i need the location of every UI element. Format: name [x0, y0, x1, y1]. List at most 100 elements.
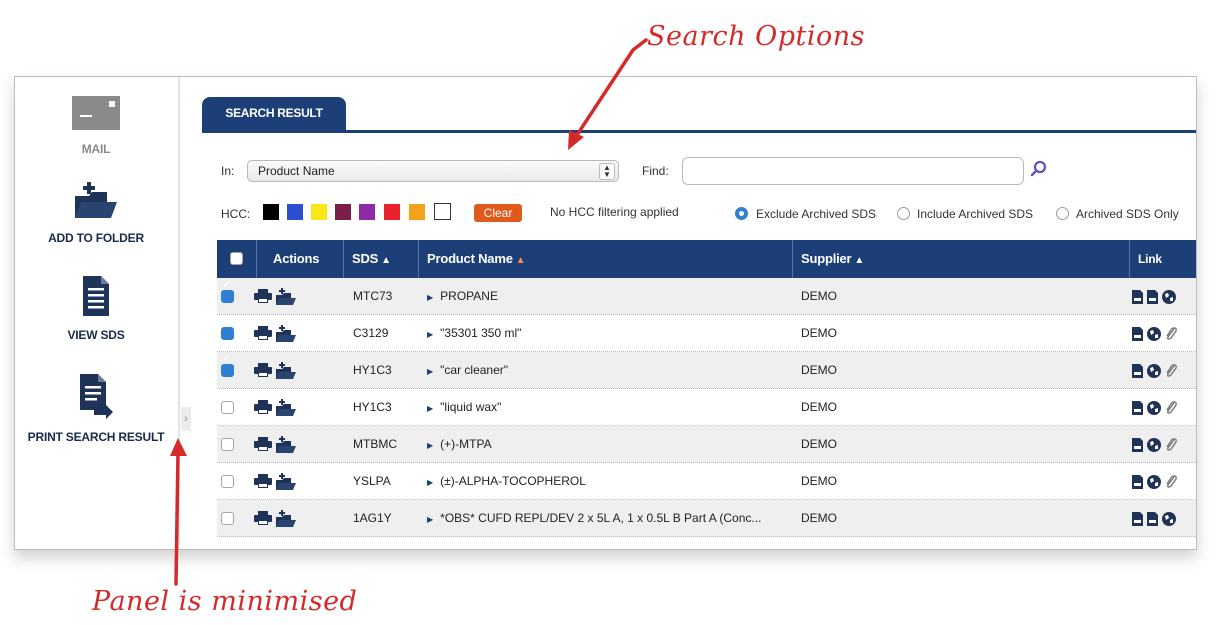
table-row[interactable]: MTBMC ▶ (+)-MTPA DEMO	[217, 426, 1196, 463]
add-folder-icon[interactable]	[275, 325, 297, 348]
globe-icon[interactable]	[1146, 363, 1162, 384]
product-name[interactable]: ▶ "liquid wax"	[427, 389, 789, 426]
panel-minimised-callout: Panel is minimised	[92, 586, 358, 617]
globe-icon[interactable]	[1146, 437, 1162, 458]
hcc-clear-button[interactable]: Clear	[474, 204, 522, 222]
row-checkbox[interactable]	[221, 475, 234, 488]
globe-icon[interactable]	[1146, 400, 1162, 421]
hcc-swatch-red[interactable]	[384, 204, 400, 220]
search-icon[interactable]	[1030, 160, 1048, 183]
supplier-name: DEMO	[801, 511, 837, 525]
sds-code: HY1C3	[353, 363, 392, 377]
product-name[interactable]: ▶ "car cleaner"	[427, 352, 789, 389]
sds-code: MTBMC	[353, 437, 397, 451]
search-field-select[interactable]: Product Name ▲ ▼	[247, 160, 619, 182]
table-row[interactable]: 1AG1Y ▶ *OBS* CUFD REPL/DEV 2 x 5L A, 1 x …	[217, 500, 1196, 537]
row-links	[1131, 326, 1180, 347]
print-icon[interactable]	[253, 325, 273, 346]
print-icon[interactable]	[253, 288, 273, 309]
find-input[interactable]	[682, 157, 1024, 185]
add-folder-icon[interactable]	[275, 399, 297, 422]
attachment-icon[interactable]	[1164, 400, 1178, 421]
globe-icon[interactable]	[1146, 474, 1162, 495]
sds-document-icon[interactable]	[1131, 437, 1144, 458]
radio-exclude-archived[interactable]	[735, 207, 748, 220]
globe-icon[interactable]	[1161, 289, 1177, 310]
expand-triangle-icon[interactable]: ▶	[427, 293, 433, 302]
print-icon[interactable]	[253, 436, 273, 457]
select-all-cell	[217, 240, 257, 278]
hcc-swatch-maroon[interactable]	[335, 204, 351, 220]
table-row[interactable]: HY1C3 ▶ "liquid wax" DEMO	[217, 389, 1196, 426]
tab-search-result[interactable]: SEARCH RESULT	[202, 97, 346, 131]
hcc-swatch-purple[interactable]	[359, 204, 375, 220]
find-label: Find:	[642, 164, 669, 178]
attachment-icon[interactable]	[1164, 326, 1178, 347]
print-icon[interactable]	[253, 362, 273, 383]
column-header-supplier[interactable]: Supplier ▲	[793, 240, 1130, 278]
sds-document-icon[interactable]	[1131, 289, 1144, 310]
expand-triangle-icon[interactable]: ▶	[427, 330, 433, 339]
attachment-icon[interactable]	[1164, 474, 1178, 495]
select-all-checkbox[interactable]	[230, 252, 243, 265]
search-options-callout: Search Options	[647, 21, 865, 52]
table-row[interactable]: YSLPA ▶ (±)-ALPHA-TOCOPHEROL DEMO	[217, 463, 1196, 500]
add-folder-icon[interactable]	[275, 510, 297, 533]
row-checkbox[interactable]	[221, 438, 234, 451]
row-checkbox[interactable]	[221, 279, 234, 303]
sidebar-item-print-search-result[interactable]: PRINT SEARCH RESULT	[15, 373, 177, 444]
row-checkbox[interactable]	[221, 353, 234, 377]
attachment-icon[interactable]	[1164, 363, 1178, 384]
add-folder-icon[interactable]	[275, 436, 297, 459]
print-icon[interactable]	[253, 399, 273, 420]
sds-document-icon[interactable]	[1131, 363, 1144, 384]
hcc-swatch-orange[interactable]	[409, 204, 425, 220]
hcc-swatch-black[interactable]	[263, 204, 279, 220]
row-checkbox[interactable]	[221, 401, 234, 414]
sds-document-icon[interactable]	[1131, 400, 1144, 421]
hcc-swatch-blue[interactable]	[287, 204, 303, 220]
product-name[interactable]: ▶ PROPANE	[427, 278, 789, 315]
radio-archived-only[interactable]	[1056, 207, 1069, 220]
product-name[interactable]: ▶ "35301 350 ml"	[427, 315, 789, 352]
product-name[interactable]: ▶ (+)-MTPA	[427, 426, 789, 463]
expand-triangle-icon[interactable]: ▶	[427, 441, 433, 450]
globe-icon[interactable]	[1146, 326, 1162, 347]
column-header-product-name[interactable]: Product Name ▲	[419, 240, 793, 278]
sidebar-item-view-sds[interactable]: VIEW SDS	[15, 275, 177, 342]
sidebar-item-add-to-folder[interactable]: ADD TO FOLDER	[15, 180, 177, 245]
hcc-swatch-white[interactable]	[434, 203, 451, 220]
product-name[interactable]: ▶ *OBS* CUFD REPL/DEV 2 x 5L A, 1 x 0.5L …	[427, 500, 789, 537]
supplier-name: DEMO	[801, 474, 837, 488]
print-icon[interactable]	[253, 510, 273, 531]
row-checkbox[interactable]	[221, 316, 234, 340]
expand-triangle-icon[interactable]: ▶	[427, 404, 433, 413]
panel-expand-handle[interactable]: ›	[181, 407, 191, 431]
sds-document-icon[interactable]	[1146, 511, 1159, 532]
main-content: SEARCH RESULT In: Product Name ▲ ▼ Find: …	[200, 77, 1196, 549]
expand-triangle-icon[interactable]: ▶	[427, 478, 433, 487]
attachment-icon[interactable]	[1164, 437, 1178, 458]
sds-app-window: MAIL ADD TO FOLDER VIEW SDS PRINT SEARCH…	[14, 76, 1197, 550]
row-checkbox[interactable]	[221, 512, 234, 525]
sds-document-icon[interactable]	[1131, 511, 1144, 532]
add-folder-icon[interactable]	[275, 473, 297, 496]
sds-document-icon[interactable]	[1131, 326, 1144, 347]
globe-icon[interactable]	[1161, 511, 1177, 532]
sds-document-icon[interactable]	[1131, 474, 1144, 495]
sidebar-item-mail[interactable]: MAIL	[15, 95, 177, 156]
sds-document-icon[interactable]	[1146, 289, 1159, 310]
add-folder-icon[interactable]	[275, 362, 297, 385]
sidebar-panel: MAIL ADD TO FOLDER VIEW SDS PRINT SEARCH…	[15, 77, 177, 549]
radio-include-archived[interactable]	[897, 207, 910, 220]
expand-triangle-icon[interactable]: ▶	[427, 367, 433, 376]
hcc-swatch-yellow[interactable]	[311, 204, 327, 220]
add-folder-icon[interactable]	[275, 288, 297, 311]
column-header-sds[interactable]: SDS ▲	[344, 240, 419, 278]
print-icon[interactable]	[253, 473, 273, 494]
expand-triangle-icon[interactable]: ▶	[427, 515, 433, 524]
table-row[interactable]: HY1C3 ▶"car cleaner" DEMO	[217, 352, 1196, 389]
table-row[interactable]: C3129 ▶"35301 350 ml" DEMO	[217, 315, 1196, 352]
table-row[interactable]: MTC73 ▶PROPANE DEMO	[217, 278, 1196, 315]
product-name[interactable]: ▶ (±)-ALPHA-TOCOPHEROL	[427, 463, 789, 500]
